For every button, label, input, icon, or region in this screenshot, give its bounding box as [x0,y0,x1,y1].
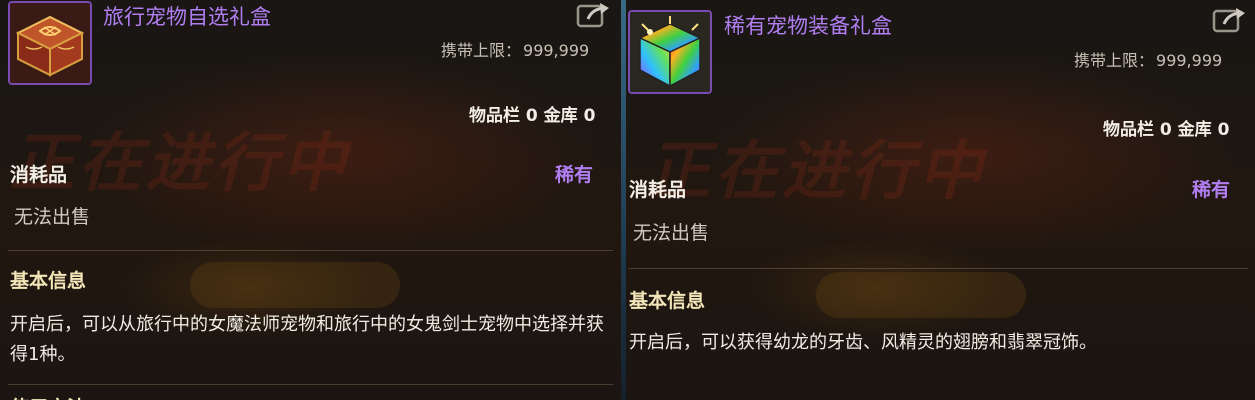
item-rarity: 稀有 [1192,179,1231,201]
carry-limit-label: 携带上限： [441,41,522,60]
item-category: 消耗品 [629,179,687,201]
background-decoration [190,262,400,308]
share-icon[interactable] [576,2,610,28]
item-category: 消耗品 [10,164,68,186]
share-icon[interactable] [1212,7,1246,33]
item-rarity: 稀有 [555,164,594,186]
carry-limit: 携带上限： 999,999 [1074,47,1222,71]
item-tooltip-right: 正在进行中 稀有宠物装备礼盒 携带上限： 999,999 物品栏 0 金库 0 … [626,0,1255,400]
background-watermark: 正在进行中 [10,127,350,201]
item-name: 旅行宠物自选礼盒 [103,5,271,29]
carry-limit-label: 携带上限： [1074,51,1155,70]
item-description: 开启后，可以获得幼龙的牙齿、风精灵的翅膀和翡翠冠饰。 [629,332,1097,353]
divider [8,384,613,385]
background-watermark: 正在进行中 [646,135,986,209]
section-title-basic-info: 基本信息 [10,270,87,292]
item-description: 开启后，可以从旅行中的女魔法师宠物和旅行中的女鬼剑士宠物中选择并获得1种。 [10,314,604,365]
carry-limit-value: 999,999 [523,41,590,60]
storage-count: 物品栏 0 金库 0 [1103,120,1230,140]
divider [8,250,613,251]
storage-count: 物品栏 0 金库 0 [469,106,596,126]
item-tooltip-left: 正在进行中 旅行宠物自选礼盒 携带上限： 999,999 物品栏 0 金库 0 消… [0,0,621,400]
rainbow-cube-box-icon [630,12,710,92]
item-name: 稀有宠物装备礼盒 [724,14,892,38]
section-title-cut: 使用方法 [10,393,86,400]
section-title-basic-info: 基本信息 [629,290,706,312]
item-icon-frame [628,10,712,94]
sell-status: 无法出售 [14,206,91,228]
item-icon-frame [8,1,92,85]
carry-limit-value: 999,999 [1156,51,1223,70]
sell-status: 无法出售 [633,222,710,244]
background-decoration [816,272,1026,318]
divider [628,268,1248,269]
red-gold-treasure-box-icon [10,3,90,83]
carry-limit: 携带上限： 999,999 [441,37,589,61]
